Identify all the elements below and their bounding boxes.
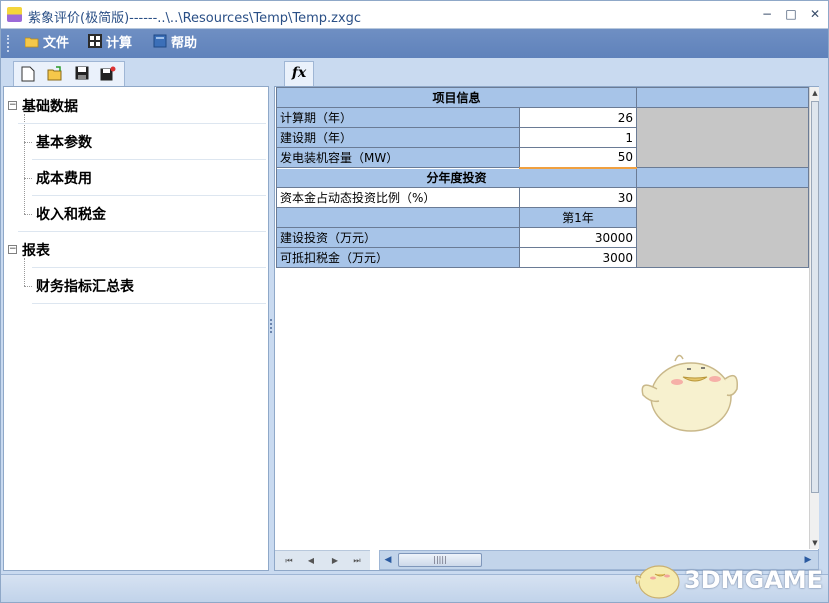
left-toolbar-tab	[13, 61, 125, 86]
cell-construction-investment[interactable]: 30000	[519, 227, 637, 248]
tree-item-revenue-tax[interactable]: 收入和税金	[36, 204, 106, 224]
minimize-button[interactable]: −	[757, 5, 777, 23]
tree-connector	[24, 214, 32, 215]
calculator-icon	[88, 30, 102, 48]
title-bar: 紫象评价(极简版)------..\..\Resources\Temp\Temp…	[1, 1, 828, 29]
sheet-cell[interactable]	[636, 167, 809, 188]
tree-divider	[18, 123, 266, 124]
menu-help-label: 帮助	[171, 36, 198, 51]
sheet-panel: 项目信息 计算期（年） 26 建设期（年） 1 发电装机容量（MW） 50 分年…	[274, 86, 819, 571]
tree-divider	[18, 231, 266, 232]
tree-item-basic-params[interactable]: 基本参数	[36, 132, 92, 152]
row-label: 建设投资（万元）	[276, 227, 520, 248]
mascot-watermark	[641, 354, 738, 432]
watermark-logo	[635, 565, 680, 599]
menu-help[interactable]: 帮助	[153, 29, 197, 58]
tree-group-basic-data[interactable]: 基础数据	[22, 96, 78, 116]
spreadsheet[interactable]: 项目信息 计算期（年） 26 建设期（年） 1 发电装机容量（MW） 50 分年…	[275, 87, 809, 549]
collapse-group2-icon[interactable]: −	[8, 245, 17, 254]
table-row: 项目信息	[276, 87, 809, 108]
new-file-icon[interactable]	[20, 66, 36, 82]
formula-tabbar: fx	[274, 61, 819, 86]
window-title: 紫象评价(极简版)------..\..\Resources\Temp\Temp…	[28, 11, 362, 26]
section-header-annual-investment: 分年度投资	[276, 167, 637, 188]
save-icon[interactable]	[74, 66, 90, 82]
app-logo-icon	[7, 7, 22, 22]
tree-connector	[24, 114, 25, 214]
last-sheet-icon[interactable]: ⏭	[349, 554, 365, 568]
cell-calc-period[interactable]: 26	[519, 107, 637, 128]
tree-panel: − 基础数据 基本参数 成本费用 收入和税金 − 报表 财务指标汇总表	[3, 86, 269, 571]
watermark-text: 3DMGAME	[684, 566, 824, 594]
tree-item-costs[interactable]: 成本费用	[36, 168, 92, 188]
save-as-icon[interactable]	[100, 66, 116, 82]
tree-connector	[24, 178, 32, 179]
sheet-cell[interactable]	[636, 87, 809, 108]
tree-divider	[32, 267, 266, 268]
table-row: 计算期（年） 26	[276, 107, 809, 168]
fx-button[interactable]: fx	[284, 61, 314, 86]
cell-capacity[interactable]: 50	[519, 147, 637, 169]
row-label: 可抵扣税金（万元）	[276, 247, 520, 268]
cell-construction-period[interactable]: 1	[519, 127, 637, 148]
tree-divider	[32, 303, 266, 304]
tree-item-financial-summary[interactable]: 财务指标汇总表	[36, 276, 134, 296]
open-file-icon[interactable]	[47, 66, 63, 82]
section-header-project-info: 项目信息	[276, 87, 637, 108]
table-row: 资本金占动态投资比例（%） 30	[276, 187, 809, 268]
disabled-cell	[636, 187, 809, 268]
collapse-group1-icon[interactable]: −	[8, 101, 17, 110]
sheet-navigator: ⏮ ◀ ▶ ⏭	[275, 550, 370, 570]
tree-group-reports[interactable]: 报表	[22, 240, 50, 260]
horizontal-scroll-thumb[interactable]: |||||	[398, 553, 482, 567]
vertical-scrollbar[interactable]: ▲ ▼	[809, 87, 819, 549]
tree-divider	[32, 195, 266, 196]
scroll-left-icon[interactable]: ◀	[382, 553, 394, 567]
cell-deductible-tax[interactable]: 3000	[519, 247, 637, 268]
menubar-grip	[7, 35, 10, 52]
help-book-icon	[153, 30, 167, 48]
close-button[interactable]: ✕	[805, 5, 825, 23]
column-header-year1: 第1年	[519, 207, 637, 228]
left-toolbar	[3, 61, 269, 86]
tree-connector	[24, 142, 32, 143]
tree-divider	[32, 159, 266, 160]
menu-calc[interactable]: 计算	[88, 29, 132, 58]
menu-file-label: 文件	[43, 36, 70, 51]
tree-connector	[24, 286, 32, 287]
sheet-table: 项目信息 计算期（年） 26 建设期（年） 1 发电装机容量（MW） 50 分年…	[276, 87, 809, 268]
splitter-grip	[270, 319, 272, 333]
cell-equity-ratio[interactable]: 30	[519, 187, 637, 208]
row-label: 计算期（年）	[276, 107, 520, 128]
folder-icon	[24, 30, 39, 48]
row-label: 发电装机容量（MW）	[276, 147, 520, 168]
table-row: 分年度投资	[276, 167, 809, 188]
menu-file[interactable]: 文件	[24, 29, 70, 58]
menu-bar: 文件 计算 帮助	[1, 29, 828, 58]
vertical-scroll-thumb[interactable]	[811, 101, 819, 493]
row-label: 资本金占动态投资比例（%）	[276, 187, 520, 208]
sheet-cell	[276, 207, 520, 228]
menu-calc-label: 计算	[106, 36, 133, 51]
scroll-down-icon[interactable]: ▼	[810, 537, 820, 549]
scroll-right-icon[interactable]: ▶	[802, 553, 814, 567]
disabled-cell	[636, 107, 809, 168]
maximize-button[interactable]: □	[781, 5, 801, 23]
scroll-up-icon[interactable]: ▲	[810, 87, 820, 99]
first-sheet-icon[interactable]: ⏮	[281, 554, 297, 568]
tree-connector	[24, 258, 25, 286]
prev-sheet-icon[interactable]: ◀	[303, 554, 319, 568]
row-label: 建设期（年）	[276, 127, 520, 148]
app-window: 紫象评价(极简版)------..\..\Resources\Temp\Temp…	[0, 0, 829, 603]
next-sheet-icon[interactable]: ▶	[327, 554, 343, 568]
